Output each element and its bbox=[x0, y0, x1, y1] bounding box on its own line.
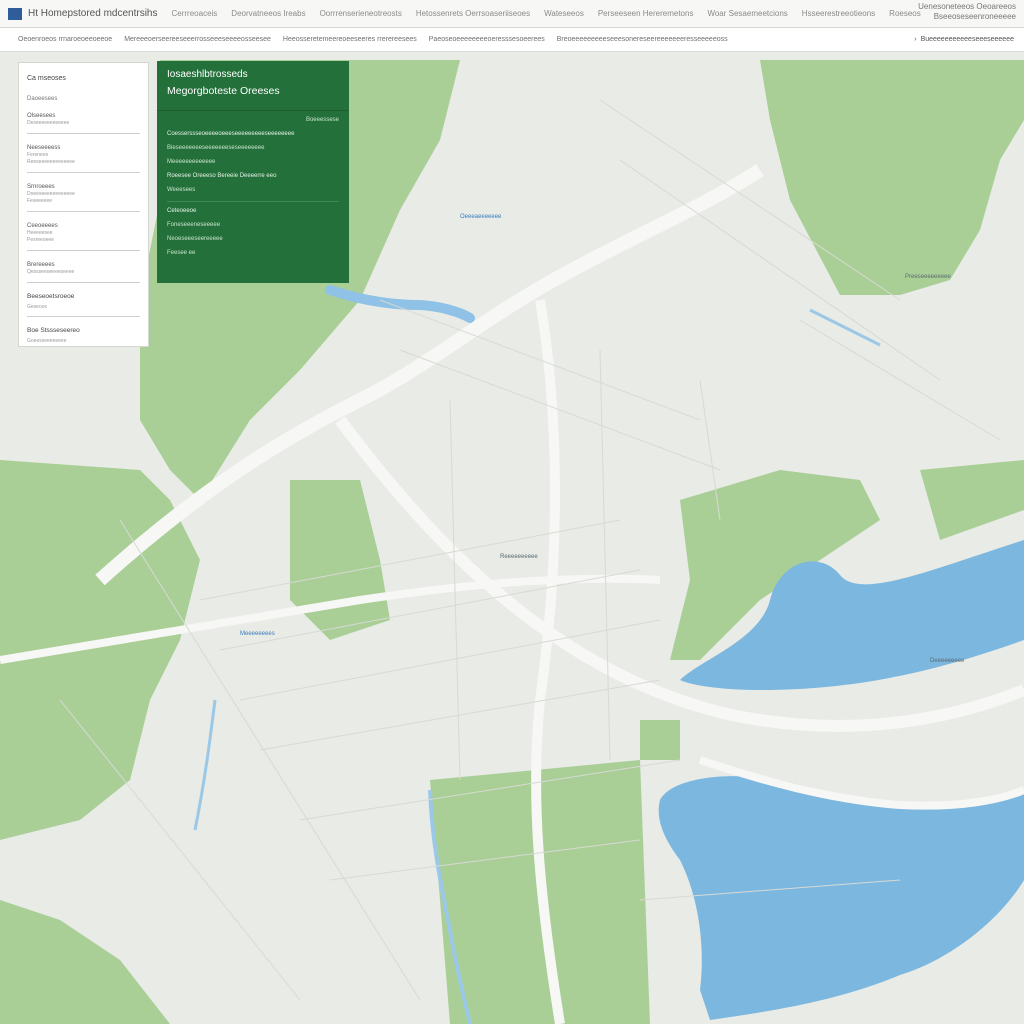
top-nav-item[interactable]: Woar Sesaemeetcions bbox=[707, 9, 787, 18]
panel-group-line: Feseeeeee bbox=[27, 198, 53, 204]
top-nav-item[interactable]: Perseeseen Hereremetons bbox=[598, 9, 694, 18]
panel-group-line: Doeeseeeeeeeeeeee bbox=[27, 191, 75, 197]
filter-panel: Ca mseoses Daoeesees Olseesees Deseeeeee… bbox=[18, 62, 149, 347]
panel-group[interactable]: Ceeoeeees Heeeeesee Pesreeoeee bbox=[27, 222, 140, 251]
map-label: Oeeeaeeeeeee bbox=[460, 214, 502, 220]
info-card-line: Ceteoeeoe bbox=[167, 208, 197, 214]
map-label: Preeseeeeeeeee bbox=[905, 274, 951, 280]
top-bar: Ht Homepstored mdcentrsihs Cerrreoaceis … bbox=[0, 0, 1024, 28]
panel-group[interactable]: Srnroeees Doeeseeeeeeeeeeee Feseeeeee bbox=[27, 183, 140, 212]
info-card-header: Iosaeshlbtrosseds Megorgboteste Oreeses bbox=[157, 61, 349, 111]
sub-nav-item[interactable]: Heeosseretemeereoeeseeres rrerereesees bbox=[283, 36, 417, 43]
panel-group-title: Srnroeees bbox=[27, 184, 55, 190]
info-card-subtitle: Megorgboteste Oreeses bbox=[167, 85, 280, 97]
top-nav-item[interactable]: Wateseeos bbox=[544, 9, 584, 18]
sub-nav-item[interactable]: Paeoseoeeeeeeeeoeresssesoeerees bbox=[429, 36, 545, 43]
sub-nav: Oeoenroeos rrnaroeoeeoeeoe Mereeeoerseer… bbox=[18, 36, 728, 43]
panel-group-title: Ceeoeeees bbox=[27, 223, 58, 229]
info-card-divider bbox=[167, 201, 339, 202]
account-line-1: Uenesoneteeos Oeoareeos bbox=[918, 2, 1016, 11]
info-card: Iosaeshlbtrosseds Megorgboteste Oreeses … bbox=[157, 61, 349, 283]
info-card-line: Neoeseeeseereeeee bbox=[167, 236, 223, 242]
panel-group[interactable]: Brereeees Qessseeoeeeeseeee bbox=[27, 261, 140, 283]
top-nav-item[interactable]: Oorrrenserieneotreosts bbox=[320, 9, 402, 18]
top-nav: Cerrreoaceis Deorvatneeos Ireabs Oorrren… bbox=[172, 9, 921, 18]
panel-group[interactable]: Neeseeeess Ferenees Reeseeeeeeeeeeeee bbox=[27, 144, 140, 173]
panel-heading: Ca mseoses bbox=[27, 75, 66, 82]
panel-group-title: Olseesees bbox=[27, 113, 56, 119]
info-card-small: Boeeessese bbox=[305, 117, 339, 123]
top-nav-item[interactable]: Deorvatneeos Ireabs bbox=[231, 9, 305, 18]
top-nav-item[interactable]: Hsseerestreeotieons bbox=[802, 9, 875, 18]
sub-nav-item[interactable]: Mereeeoerseereeseeerrosseeeseeeeosseesee bbox=[124, 36, 271, 43]
top-nav-item[interactable]: Cerrreoaceis bbox=[172, 9, 218, 18]
logo-icon[interactable] bbox=[8, 7, 22, 20]
panel-group-line: Heeeeesee bbox=[27, 230, 53, 236]
map-label: Meeeeeeees bbox=[240, 631, 275, 637]
panel-section-heading: Boe Stssseseereo bbox=[27, 327, 80, 334]
panel-group[interactable]: Olseesees Deseeeeeeeeeeee bbox=[27, 112, 140, 134]
info-card-link[interactable]: Feesee ee bbox=[167, 250, 339, 256]
panel-subheading: Daoeesees bbox=[27, 96, 58, 102]
panel-group-line: Deseeeeeeeeeeee bbox=[27, 120, 70, 126]
info-card-line: Weeesees bbox=[167, 187, 196, 193]
info-card-body: Boeeessese Coesserssseoeeeeoeeeseeeeeeee… bbox=[157, 111, 349, 270]
info-card-line: Meeeeeeeeeeeee bbox=[167, 159, 216, 165]
info-card-line: Bieseeeeeeeseeeeeeeseseeeeeeee bbox=[167, 145, 265, 151]
info-card-title: Iosaeshlbtrosseds bbox=[167, 69, 248, 80]
info-card-line: Roeesee Oreeeso Bereeie Deeeerre eeo bbox=[167, 173, 277, 179]
panel-section-line: Geseoos bbox=[27, 304, 140, 317]
map-canvas[interactable]: Preeseeeeeeeee Oeeeaeeeeeee Reeeeeeeeee … bbox=[0, 52, 1024, 1024]
panel-group-line: Ferenees bbox=[27, 152, 49, 158]
panel-section-heading: Beeseoetsroeoe bbox=[27, 293, 75, 300]
panel-group-line: Qessseeoeeeeseeee bbox=[27, 269, 75, 275]
sub-nav-item[interactable]: Oeoenroeos rrnaroeoeeoeeoe bbox=[18, 36, 112, 43]
top-nav-item[interactable]: Hetossenrets Oerrsoaseriiseoes bbox=[416, 9, 530, 18]
account-area[interactable]: Uenesoneteeos Oeoareeos Bseeoseseenronee… bbox=[918, 2, 1016, 22]
chevron-right-icon: › bbox=[914, 36, 917, 43]
account-line-2: Bseeoseseenroneeeee bbox=[933, 12, 1016, 21]
sub-bar: Oeoenroeos rrnaroeoeeoeeoe Mereeeoerseer… bbox=[0, 28, 1024, 52]
panel-group-line: Reeseeeeeeeeeeeee bbox=[27, 159, 75, 165]
info-card-line: Coesserssseoeeeeoeeeseeeeeeeeeseeeeeeee bbox=[167, 131, 295, 137]
panel-section-line: Goeesseeeeeeee bbox=[27, 338, 67, 344]
panel-group-title: Brereeees bbox=[27, 262, 55, 268]
top-nav-item[interactable]: Roeseos bbox=[889, 9, 921, 18]
sub-nav-item[interactable]: Breoeeeeeeeeeseeesonereseereeeeeeeressee… bbox=[557, 36, 728, 43]
park-area bbox=[640, 720, 680, 760]
sub-right-link[interactable]: › Bueeeeeeeeeeeseeeseeeeee bbox=[914, 36, 1014, 43]
panel-group-line: Pesreeoeee bbox=[27, 237, 54, 243]
map-label: Reeeeeeeeee bbox=[500, 554, 538, 560]
panel-group-title: Neeseeeess bbox=[27, 145, 61, 151]
info-card-line: Foneseeeneseeeee bbox=[167, 222, 221, 228]
sub-right-label: Bueeeeeeeeeeeseeeseeeeee bbox=[920, 36, 1014, 43]
map-label: Deeeeeeeee bbox=[930, 658, 965, 664]
app-title: Ht Homepstored mdcentrsihs bbox=[28, 8, 158, 19]
